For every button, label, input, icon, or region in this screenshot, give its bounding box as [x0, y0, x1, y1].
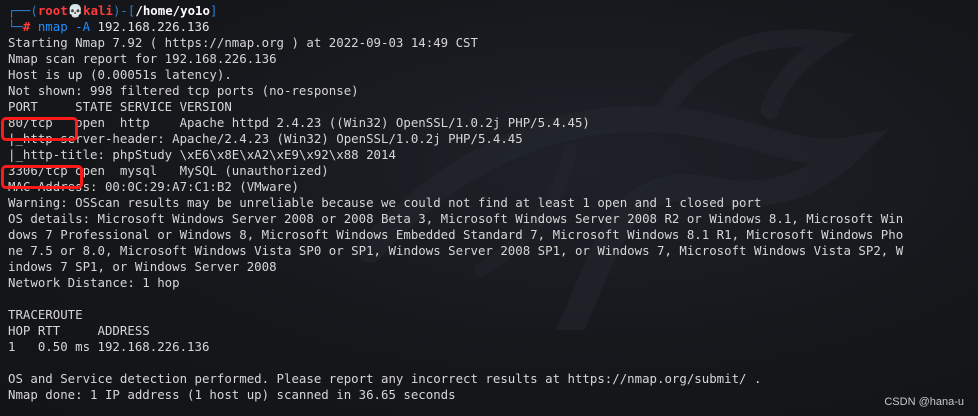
output-line: 1 0.50 ms 192.168.226.136	[8, 339, 210, 354]
output-line: indows 7 SP1, or Windows Server 2008	[8, 259, 277, 274]
output-line: MAC Address: 00:0C:29:A7:C1:B2 (VMware)	[8, 179, 299, 194]
output-line: ne 7.5 or 8.0, Microsoft Windows Vista S…	[8, 243, 904, 258]
output-line: Starting Nmap 7.92 ( https://nmap.org ) …	[8, 35, 478, 50]
prompt-header-line: ┌──(root💀kali)-[/home/yo1o]	[8, 3, 903, 19]
prompt-host: kali	[83, 3, 113, 18]
csdn-watermark: CSDN @hana-u	[884, 396, 964, 408]
output-line: TRACEROUTE	[8, 307, 83, 322]
output-line: Network Distance: 1 hop	[8, 275, 180, 290]
command-name: nmap	[37, 19, 68, 34]
output-line: Not shown: 998 filtered tcp ports (no-re…	[8, 83, 359, 98]
prompt-frame-end: ]	[209, 3, 218, 18]
output-line: Warning: OSScan results may be unreliabl…	[8, 195, 762, 210]
output-line-port-80: 80/tcp open http Apache httpd 2.4.23 ((W…	[8, 115, 590, 130]
terminal-window[interactable]: ┌──(root💀kali)-[/home/yo1o] └─# nmap -A …	[0, 0, 978, 416]
command-argument: 192.168.226.136	[90, 19, 210, 34]
prompt-frame-top: ┌──(	[8, 3, 38, 18]
output-line: Host is up (0.00051s latency).	[8, 67, 232, 82]
prompt-user: root	[37, 3, 68, 18]
command-flag: -A	[67, 19, 91, 34]
command-line[interactable]: └─# nmap -A 192.168.226.136	[8, 19, 903, 35]
output-line-port-3306: 3306/tcp open mysql MySQL (unauthorized)	[8, 163, 329, 178]
output-line: HOP RTT ADDRESS	[8, 323, 150, 338]
skull-icon: 💀	[67, 3, 84, 18]
prompt-frame-bottom: └─	[8, 19, 23, 34]
output-line: Nmap done: 1 IP address (1 host up) scan…	[8, 387, 456, 402]
output-line: PORT STATE SERVICE VERSION	[8, 99, 232, 114]
output-line: dows 7 Professional or Windows 8, Micros…	[8, 227, 904, 242]
terminal-output[interactable]: ┌──(root💀kali)-[/home/yo1o] └─# nmap -A …	[8, 3, 903, 403]
prompt-hash: #	[22, 19, 38, 34]
output-line: Nmap scan report for 192.168.226.136	[8, 51, 277, 66]
prompt-frame-mid: )-[	[112, 3, 136, 18]
output-line: OS details: Microsoft Windows Server 200…	[8, 211, 904, 226]
output-line: |_http-server-header: Apache/2.4.23 (Win…	[8, 131, 523, 146]
output-line: OS and Service detection performed. Plea…	[8, 371, 762, 386]
output-line: |_http-title: phpStudy \xE6\x8E\xA2\xE9\…	[8, 147, 396, 162]
prompt-path: /home/yo1o	[135, 3, 210, 18]
